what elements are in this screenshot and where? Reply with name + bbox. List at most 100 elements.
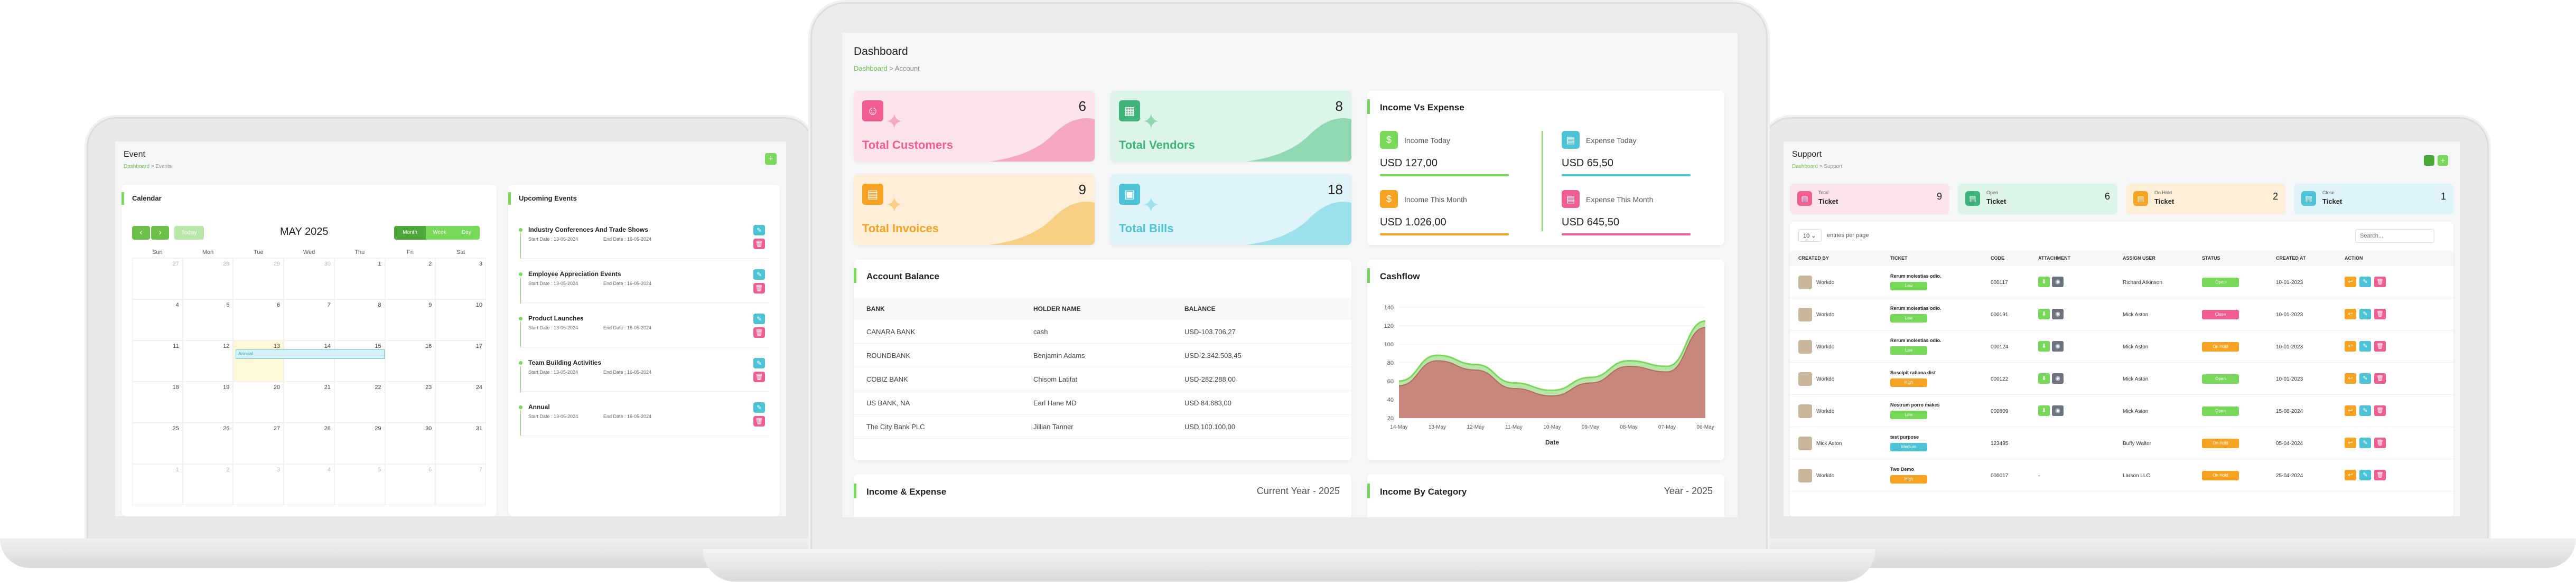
reply-button[interactable]: ↩ <box>2345 470 2356 480</box>
calendar-day[interactable]: 30 <box>385 423 436 464</box>
ticket-stat-card[interactable]: ▤ On Hold Ticket 2 <box>2126 184 2285 214</box>
calendar-day[interactable]: 7 <box>435 464 487 505</box>
download-icon[interactable]: ⬇ <box>2038 309 2050 319</box>
edit-event-button[interactable]: ✎ <box>753 402 765 413</box>
delete-button[interactable]: 🗑 <box>2374 341 2386 352</box>
delete-button[interactable]: 🗑 <box>2374 405 2386 416</box>
view-icon[interactable]: ◉ <box>2052 277 2064 287</box>
reply-button[interactable]: ↩ <box>2345 341 2356 352</box>
calendar-day[interactable]: 31 <box>435 423 487 464</box>
view-icon[interactable]: ◉ <box>2052 405 2064 416</box>
edit-event-button[interactable]: ✎ <box>753 225 765 235</box>
download-icon[interactable]: ⬇ <box>2038 373 2050 384</box>
calendar-day[interactable]: 12 <box>182 340 234 382</box>
next-month-button[interactable]: › <box>151 226 169 240</box>
delete-event-button[interactable]: 🗑 <box>753 372 765 382</box>
calendar-day[interactable]: 20 <box>233 382 284 423</box>
ticket-stat-card[interactable]: ▤ Total Ticket 9 <box>1790 184 1949 214</box>
breadcrumb-home[interactable]: Dashboard <box>854 64 888 72</box>
calendar-day[interactable]: 27 <box>233 423 284 464</box>
calendar-day[interactable]: 26 <box>182 423 234 464</box>
stat-total-customers[interactable]: ☺ ✦ 6 Total Customers <box>854 91 1095 162</box>
calendar-day[interactable]: 10 <box>435 299 487 340</box>
breadcrumb-home[interactable]: Dashboard <box>1792 164 1818 169</box>
stat-total-vendors[interactable]: ▦ ✦ 8 Total Vendors <box>1110 91 1351 162</box>
breadcrumb-home[interactable]: Dashboard <box>124 164 150 169</box>
calendar-day[interactable]: 28 <box>182 258 234 299</box>
ticket-stat-card[interactable]: ▤ Close Ticket 1 <box>2294 184 2453 214</box>
calendar-day[interactable]: 1 <box>334 258 385 299</box>
calendar-day[interactable]: 29 <box>233 258 284 299</box>
calendar-day[interactable]: 22 <box>334 382 385 423</box>
delete-event-button[interactable]: 🗑 <box>753 327 765 338</box>
edit-event-button[interactable]: ✎ <box>753 358 765 368</box>
calendar-day[interactable]: 4 <box>284 464 334 505</box>
view-week-button[interactable]: Week <box>426 226 453 240</box>
calendar-day[interactable]: 19 <box>182 382 234 423</box>
delete-event-button[interactable]: 🗑 <box>753 283 765 294</box>
calendar-day[interactable]: 15 <box>334 340 385 382</box>
edit-button[interactable]: ✎ <box>2359 373 2371 384</box>
upcoming-event-item[interactable]: Annual Start Date : 13-05-2024 End Date : … <box>519 399 769 436</box>
calendar-day[interactable]: 30 <box>284 258 334 299</box>
grid-view-button[interactable] <box>2424 155 2434 166</box>
upcoming-event-item[interactable]: Team Building Activities Start Date : 13-… <box>519 355 769 392</box>
edit-button[interactable]: ✎ <box>2359 438 2371 448</box>
calendar-day[interactable]: 16 <box>385 340 436 382</box>
per-page-select[interactable]: 10 ⌄ <box>1798 229 1822 242</box>
upcoming-event-item[interactable]: Industry Conferences And Trade Shows Star… <box>519 222 769 259</box>
calendar-day[interactable]: 7 <box>284 299 334 340</box>
prev-month-button[interactable]: ‹ <box>132 226 150 240</box>
view-day-button[interactable]: Day <box>453 226 480 240</box>
calendar-day[interactable]: 4 <box>132 299 183 340</box>
search-input[interactable] <box>2355 229 2434 243</box>
delete-button[interactable]: 🗑 <box>2374 470 2386 480</box>
view-month-button[interactable]: Month <box>394 226 426 240</box>
calendar-day[interactable]: 13 <box>233 340 284 382</box>
add-event-button[interactable]: + <box>765 153 777 165</box>
ticket-stat-card[interactable]: ▤ Open Ticket 6 <box>1958 184 2117 214</box>
reply-button[interactable]: ↩ <box>2345 405 2356 416</box>
ticket-title[interactable]: Rerum molestias odio. <box>1890 338 1942 343</box>
reply-button[interactable]: ↩ <box>2345 309 2356 319</box>
calendar-day[interactable]: 3 <box>435 258 487 299</box>
calendar-day[interactable]: 2 <box>385 258 436 299</box>
calendar-day[interactable]: 14 <box>284 340 334 382</box>
calendar-day[interactable]: 23 <box>385 382 436 423</box>
calendar-event[interactable]: Annual <box>236 349 385 359</box>
download-icon[interactable]: ⬇ <box>2038 405 2050 416</box>
delete-event-button[interactable]: 🗑 <box>753 416 765 427</box>
calendar-day[interactable]: 29 <box>334 423 385 464</box>
download-icon[interactable]: ⬇ <box>2038 277 2050 287</box>
delete-button[interactable]: 🗑 <box>2374 277 2386 287</box>
calendar-day[interactable]: 11 <box>132 340 183 382</box>
calendar-day[interactable]: 21 <box>284 382 334 423</box>
calendar-day[interactable]: 27 <box>132 258 183 299</box>
edit-event-button[interactable]: ✎ <box>753 314 765 324</box>
upcoming-event-item[interactable]: Employee Appreciation Events Start Date :… <box>519 266 769 303</box>
calendar-day[interactable]: 5 <box>182 299 234 340</box>
ticket-title[interactable]: test purpose <box>1890 434 1919 440</box>
add-ticket-button[interactable]: + <box>2438 155 2448 166</box>
calendar-day[interactable]: 1 <box>132 464 183 505</box>
calendar-day[interactable]: 24 <box>435 382 487 423</box>
calendar-day[interactable]: 6 <box>385 464 436 505</box>
edit-button[interactable]: ✎ <box>2359 341 2371 352</box>
ticket-title[interactable]: Rerum molestias odio. <box>1890 273 1942 279</box>
reply-button[interactable]: ↩ <box>2345 438 2356 448</box>
calendar-day[interactable]: 3 <box>233 464 284 505</box>
edit-button[interactable]: ✎ <box>2359 470 2371 480</box>
delete-event-button[interactable]: 🗑 <box>753 239 765 249</box>
calendar-day[interactable]: 9 <box>385 299 436 340</box>
reply-button[interactable]: ↩ <box>2345 373 2356 384</box>
today-button[interactable]: Today <box>174 226 204 240</box>
calendar-day[interactable]: 28 <box>284 423 334 464</box>
download-icon[interactable]: ⬇ <box>2038 341 2050 352</box>
calendar-day[interactable]: 6 <box>233 299 284 340</box>
calendar-day[interactable]: 17 <box>435 340 487 382</box>
calendar-day[interactable]: 2 <box>182 464 234 505</box>
stat-total-invoices[interactable]: ▤ ✦ 9 Total Invoices <box>854 174 1095 245</box>
delete-button[interactable]: 🗑 <box>2374 373 2386 384</box>
reply-button[interactable]: ↩ <box>2345 277 2356 287</box>
view-icon[interactable]: ◉ <box>2052 341 2064 352</box>
